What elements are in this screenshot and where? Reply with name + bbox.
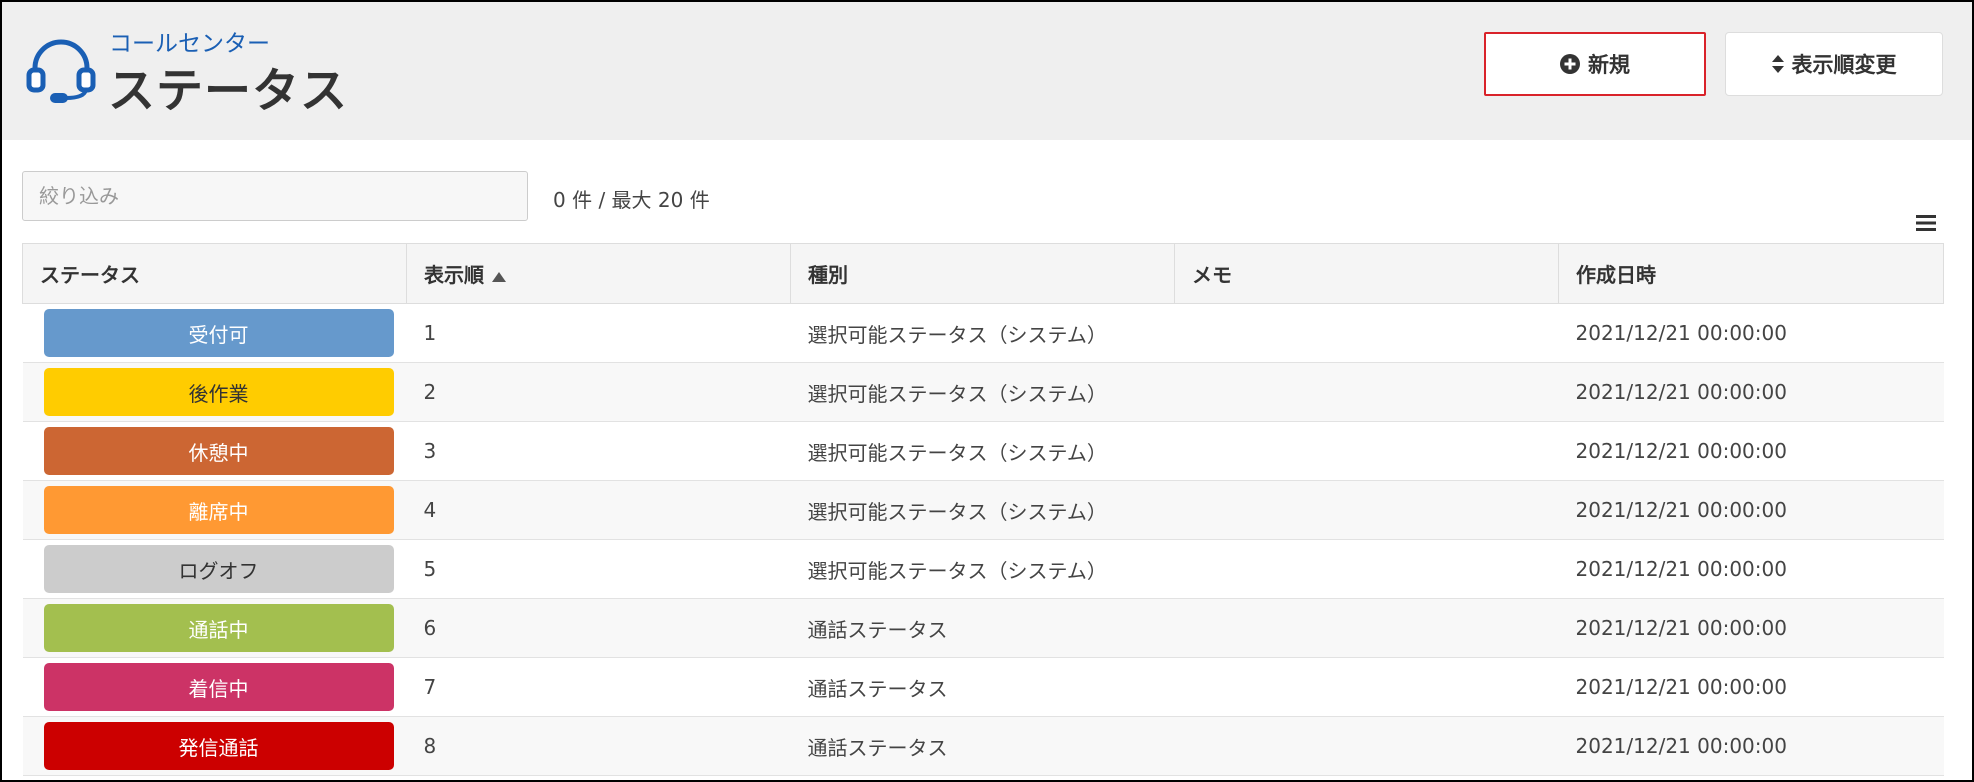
type-cell: 選択可能ステータス（システム）: [790, 539, 1175, 599]
status-cell: 発信通話: [22, 716, 407, 776]
status-badge[interactable]: 発信通話: [43, 722, 394, 770]
created-cell: 2021/12/21 00:00:00: [1558, 539, 1944, 599]
memo-cell: [1174, 303, 1559, 363]
order-cell: 7: [406, 657, 791, 717]
created-cell: 2021/12/21 00:00:00: [1558, 421, 1944, 481]
status-cell: 離席中: [22, 480, 407, 540]
created-cell: 2021/12/21 00:00:00: [1558, 480, 1944, 540]
table-row[interactable]: 離席中 4 選択可能ステータス（システム） 2021/12/21 00:00:00: [22, 480, 1944, 540]
order-cell: 2: [406, 362, 791, 422]
filter-input[interactable]: [22, 171, 528, 221]
created-cell: 2021/12/21 00:00:00: [1558, 657, 1944, 717]
created-cell: 2021/12/21 00:00:00: [1558, 716, 1944, 776]
type-cell: 通話ステータス: [790, 716, 1175, 776]
status-cell: 休憩中: [22, 421, 407, 481]
status-table: ステータス 表示順 種別 メモ 作成日時 受付可 1 選択可能ステータス（システム）…: [22, 243, 1944, 776]
type-cell: 通話ステータス: [790, 657, 1175, 717]
type-cell: 選択可能ステータス（システム）: [790, 480, 1175, 540]
order-cell: 6: [406, 598, 791, 658]
status-badge[interactable]: 通話中: [43, 604, 394, 652]
page-header: コールセンター ステータス 新規 表示順変更: [2, 2, 1972, 140]
status-badge[interactable]: ログオフ: [43, 545, 394, 593]
table-row[interactable]: 受付可 1 選択可能ステータス（システム） 2021/12/21 00:00:00: [22, 303, 1944, 363]
table-row[interactable]: 通話中 6 通話ステータス 2021/12/21 00:00:00: [22, 598, 1944, 658]
status-cell: 後作業: [22, 362, 407, 422]
table-row[interactable]: 着信中 7 通話ステータス 2021/12/21 00:00:00: [22, 657, 1944, 717]
status-cell: 受付可: [22, 303, 407, 363]
headset-icon: [26, 39, 96, 103]
record-count: 0 件 / 最大 20 件: [553, 188, 710, 212]
memo-cell: [1174, 362, 1559, 422]
created-cell: 2021/12/21 00:00:00: [1558, 598, 1944, 658]
memo-cell: [1174, 539, 1559, 599]
order-cell: 1: [406, 303, 791, 363]
table-row[interactable]: 発信通話 8 通話ステータス 2021/12/21 00:00:00: [22, 716, 1944, 776]
status-badge[interactable]: 後作業: [43, 368, 394, 416]
column-header-type[interactable]: 種別: [790, 243, 1175, 304]
app-frame: コールセンター ステータス 新規 表示順変更 0 件 / 最大 20 件: [0, 0, 1974, 782]
table-row[interactable]: 休憩中 3 選択可能ステータス（システム） 2021/12/21 00:00:00: [22, 421, 1944, 481]
order-cell: 3: [406, 421, 791, 481]
sort-icon: [1771, 55, 1784, 73]
order-cell: 8: [406, 716, 791, 776]
column-header-created[interactable]: 作成日時: [1558, 243, 1944, 304]
status-badge[interactable]: 離席中: [43, 486, 394, 534]
type-cell: 選択可能ステータス（システム）: [790, 362, 1175, 422]
memo-cell: [1174, 598, 1559, 658]
hamburger-menu-icon[interactable]: [1915, 212, 1937, 234]
status-badge[interactable]: 休憩中: [43, 427, 394, 475]
table-row[interactable]: ログオフ 5 選択可能ステータス（システム） 2021/12/21 00:00:00: [22, 539, 1944, 599]
table-row[interactable]: 後作業 2 選択可能ステータス（システム） 2021/12/21 00:00:00: [22, 362, 1944, 422]
type-cell: 通話ステータス: [790, 598, 1175, 658]
type-cell: 選択可能ステータス（システム）: [790, 421, 1175, 481]
column-header-order[interactable]: 表示順: [406, 243, 791, 304]
created-cell: 2021/12/21 00:00:00: [1558, 362, 1944, 422]
plus-circle-icon: [1560, 54, 1580, 74]
status-cell: ログオフ: [22, 539, 407, 599]
created-cell: 2021/12/21 00:00:00: [1558, 303, 1944, 363]
status-cell: 着信中: [22, 657, 407, 717]
status-badge[interactable]: 着信中: [43, 663, 394, 711]
table-header-row: ステータス 表示順 種別 メモ 作成日時: [22, 243, 1944, 304]
change-order-button[interactable]: 表示順変更: [1725, 32, 1943, 96]
order-cell: 5: [406, 539, 791, 599]
new-button-label: 新規: [1588, 53, 1630, 77]
column-header-status[interactable]: ステータス: [22, 243, 407, 304]
new-button[interactable]: 新規: [1484, 32, 1706, 96]
page-title: ステータス: [108, 64, 348, 119]
memo-cell: [1174, 421, 1559, 481]
type-cell: 選択可能ステータス（システム）: [790, 303, 1175, 363]
status-badge[interactable]: 受付可: [43, 309, 394, 357]
sort-ascending-icon: [492, 271, 506, 282]
status-cell: 通話中: [22, 598, 407, 658]
memo-cell: [1174, 480, 1559, 540]
memo-cell: [1174, 657, 1559, 717]
column-header-memo[interactable]: メモ: [1174, 243, 1559, 304]
memo-cell: [1174, 716, 1559, 776]
order-cell: 4: [406, 480, 791, 540]
change-order-button-label: 表示順変更: [1791, 53, 1897, 77]
